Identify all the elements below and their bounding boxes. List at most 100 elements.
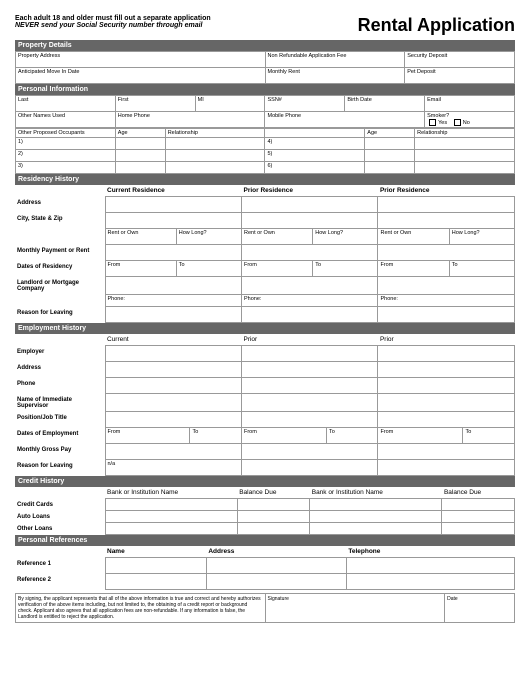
field-pet-deposit[interactable]: Pet Deposit	[405, 68, 515, 84]
section-property-details: Property Details	[15, 40, 515, 51]
col-current-res: Current Residence	[105, 185, 241, 197]
field-to-3[interactable]: To	[449, 261, 514, 277]
row-landlord: Landlord or Mortgage Company	[15, 277, 105, 295]
field-howlong-2[interactable]: How Long?	[313, 229, 378, 245]
field-phone-1[interactable]: Phone:	[105, 295, 241, 307]
section-employment: Employment History	[15, 323, 515, 334]
label-rel-2: Relationship	[415, 129, 515, 138]
label-age-2: Age	[365, 129, 415, 138]
occ-6[interactable]: 6)	[265, 162, 365, 174]
field-movein-date[interactable]: Anticipated Move In Date	[16, 68, 266, 84]
col-prior-res-2: Prior Residence	[378, 185, 515, 197]
checkbox-yes[interactable]	[429, 119, 436, 126]
field-from-3[interactable]: From	[378, 261, 449, 277]
field-to-2[interactable]: To	[313, 261, 378, 277]
field-howlong-1[interactable]: How Long?	[176, 229, 241, 245]
col-ref-name: Name	[105, 546, 206, 558]
field-emp-from-3[interactable]: From	[378, 428, 463, 444]
field-rentown-2[interactable]: Rent or Own	[241, 229, 312, 245]
label-yes: Yes	[438, 120, 447, 126]
field-app-fee[interactable]: Non Refundable Application Fee	[265, 52, 405, 68]
instruction-line2: NEVER send your Social Security number t…	[15, 22, 211, 29]
label-age-1: Age	[115, 129, 165, 138]
row-city: City, State & Zip	[15, 213, 105, 229]
col-prior-res-1: Prior Residence	[241, 185, 377, 197]
footer-table: By signing, the applicant represents tha…	[15, 593, 515, 623]
field-date[interactable]: Date	[445, 594, 515, 623]
field-ssn[interactable]: SSN#	[265, 96, 345, 112]
disclaimer: By signing, the applicant represents tha…	[16, 594, 266, 623]
row-address: Address	[15, 197, 105, 213]
occ-1[interactable]: 1)	[16, 138, 116, 150]
field-birth[interactable]: Birth Date	[345, 96, 425, 112]
row-monthly: Monthly Payment or Rent	[15, 245, 105, 261]
row-gross: Monthly Gross Pay	[15, 444, 105, 460]
field-emp-to-1[interactable]: To	[190, 428, 242, 444]
field-rentown-1[interactable]: Rent or Own	[105, 229, 176, 245]
row-auto: Auto Loans	[15, 511, 105, 523]
blank-col	[265, 129, 365, 138]
col-ref-phone: Telephone	[346, 546, 514, 558]
row-reason: Reason for Leaving	[15, 307, 105, 323]
occ-5[interactable]: 5)	[265, 150, 365, 162]
field-property-address[interactable]: Property Address	[16, 52, 266, 68]
occ-4[interactable]: 4)	[265, 138, 365, 150]
field-phone-3[interactable]: Phone:	[378, 295, 515, 307]
field-signature[interactable]: Signature	[265, 594, 445, 623]
instruction-line1: Each adult 18 and older must fill out a …	[15, 15, 211, 22]
col-balance-2: Balance Due	[442, 487, 515, 499]
property-table: Property Address Non Refundable Applicat…	[15, 51, 515, 84]
field-email[interactable]: Email	[425, 96, 515, 112]
row-position: Position/Job Title	[15, 412, 105, 428]
personal-table: Last First MI SSN# Birth Date Email Othe…	[15, 95, 515, 128]
field-other-names[interactable]: Other Names Used	[16, 112, 116, 128]
page-title: Rental Application	[358, 15, 515, 36]
field-phone-2[interactable]: Phone:	[241, 295, 377, 307]
row-supervisor: Name of Immediate Supervisor	[15, 394, 105, 412]
field-rentown-3[interactable]: Rent or Own	[378, 229, 449, 245]
row-emp-reason: Reason for Leaving	[15, 460, 105, 476]
col-prior-emp-2: Prior	[378, 334, 515, 346]
field-to-1[interactable]: To	[176, 261, 241, 277]
field-first[interactable]: First	[115, 96, 195, 112]
occ-3[interactable]: 3)	[16, 162, 116, 174]
field-emp-from-2[interactable]: From	[241, 428, 326, 444]
field-emp-from-1[interactable]: From	[105, 428, 190, 444]
row-emp-dates: Dates of Employment	[15, 428, 105, 444]
field-monthly-rent[interactable]: Monthly Rent	[265, 68, 405, 84]
field-home-phone[interactable]: Home Phone	[115, 112, 265, 128]
references-table: Name Address Telephone Reference 1 Refer…	[15, 546, 515, 590]
field-emp-to-2[interactable]: To	[326, 428, 378, 444]
section-personal-info: Personal Information	[15, 84, 515, 95]
field-na: n/a	[105, 460, 241, 476]
row-other-loans: Other Loans	[15, 523, 105, 535]
occ-2[interactable]: 2)	[16, 150, 116, 162]
field-smoker[interactable]: Smoker? Yes No	[425, 112, 515, 128]
field-howlong-3[interactable]: How Long?	[449, 229, 514, 245]
field-mi[interactable]: MI	[195, 96, 265, 112]
field-from-1[interactable]: From	[105, 261, 176, 277]
credit-table: Bank or Institution Name Balance Due Ban…	[15, 487, 515, 535]
row-emp-phone: Phone	[15, 378, 105, 394]
checkbox-no[interactable]	[454, 119, 461, 126]
occupants-header: Other Proposed Occupants Age Relationshi…	[15, 128, 515, 174]
row-ref1: Reference 1	[15, 558, 105, 574]
section-references: Personal References	[15, 535, 515, 546]
employment-table: Current Prior Prior Employer Address Pho…	[15, 334, 515, 476]
row-ref2: Reference 2	[15, 574, 105, 590]
residency-table: Current Residence Prior Residence Prior …	[15, 185, 515, 323]
section-residency: Residency History	[15, 174, 515, 185]
field-last[interactable]: Last	[16, 96, 116, 112]
col-ref-address: Address	[206, 546, 346, 558]
col-prior-emp-1: Prior	[241, 334, 377, 346]
header: Each adult 18 and older must fill out a …	[15, 15, 515, 36]
col-current-emp: Current	[105, 334, 241, 346]
col-balance-1: Balance Due	[237, 487, 310, 499]
col-bank-1: Bank or Institution Name	[105, 487, 237, 499]
field-mobile-phone[interactable]: Mobile Phone	[265, 112, 425, 128]
field-emp-to-3[interactable]: To	[463, 428, 515, 444]
field-security-deposit[interactable]: Security Deposit	[405, 52, 515, 68]
row-dates: Dates of Residency	[15, 261, 105, 277]
label-rel-1: Relationship	[165, 129, 265, 138]
field-from-2[interactable]: From	[241, 261, 312, 277]
